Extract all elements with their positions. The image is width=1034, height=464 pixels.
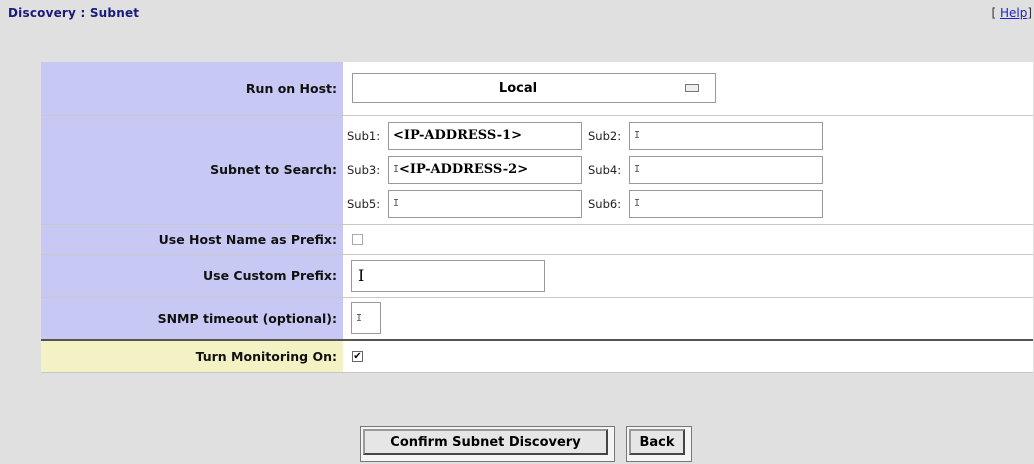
run-on-host-label: Run on Host: <box>41 62 343 116</box>
use-host-name-prefix-cell <box>343 224 1033 255</box>
sub5-label: Sub5: <box>347 196 381 211</box>
subnet-discovery-form: Run on Host: Local Subnet to Search: Sub… <box>41 62 1033 373</box>
turn-monitoring-on-checkbox[interactable]: ✔ <box>352 350 363 362</box>
sub6-input[interactable]: I <box>629 189 823 218</box>
sub1-value: <IP-ADDRESS-1> <box>393 128 523 143</box>
confirm-button-frame: Confirm Subnet Discovery <box>360 426 615 462</box>
page-title: Discovery : Subnet <box>8 6 140 20</box>
snmp-timeout-label: SNMP timeout (optional): <box>41 297 343 341</box>
subnet-row: Sub3: I <IP-ADDRESS-2> Sub4: I <box>347 153 1033 187</box>
text-cursor-icon: I <box>393 198 400 209</box>
row-snmp-timeout: SNMP timeout (optional): I <box>41 297 1033 341</box>
text-cursor-icon: I <box>634 198 641 209</box>
back-button[interactable]: Back <box>629 429 685 455</box>
help-link[interactable]: Help <box>1000 6 1027 20</box>
sub4-input[interactable]: I <box>629 155 823 184</box>
use-host-name-prefix-checkbox[interactable] <box>352 233 363 245</box>
sub4-label: Sub4: <box>588 162 622 177</box>
text-cursor-icon: I <box>634 164 641 175</box>
text-cursor-icon: I <box>634 130 641 141</box>
row-use-custom-prefix: Use Custom Prefix: I <box>41 254 1033 298</box>
dropdown-indicator-icon <box>685 84 699 93</box>
help-bracket-close: ] <box>1027 6 1032 20</box>
sub1-input[interactable]: <IP-ADDRESS-1> <box>388 121 582 150</box>
subnet-row: Sub1: <IP-ADDRESS-1> Sub2: I <box>347 119 1033 153</box>
subnet-row: Sub5: I Sub6: I <box>347 187 1033 221</box>
sub2-label: Sub2: <box>588 128 622 143</box>
sub5-input[interactable]: I <box>388 189 582 218</box>
row-turn-monitoring-on: Turn Monitoring On: ✔ <box>41 339 1033 373</box>
text-cursor-icon: I <box>356 312 363 324</box>
snmp-timeout-cell: I <box>343 297 1033 341</box>
subnet-grid: Sub1: <IP-ADDRESS-1> Sub2: I Sub3: I <IP-… <box>343 115 1033 225</box>
page-header: Discovery : Subnet [ Help] <box>8 6 1034 26</box>
sub6-label: Sub6: <box>588 196 622 211</box>
checkmark-icon: ✔ <box>353 350 362 362</box>
help-link-group: [ Help] <box>991 6 1032 20</box>
sub3-input[interactable]: I <IP-ADDRESS-2> <box>388 155 582 184</box>
back-button-frame: Back <box>626 426 692 462</box>
text-cursor-icon: I <box>358 266 365 285</box>
run-on-host-select[interactable]: Local <box>352 73 716 104</box>
row-use-host-name-prefix: Use Host Name as Prefix: <box>41 224 1033 255</box>
sub1-label: Sub1: <box>347 128 381 143</box>
snmp-timeout-input[interactable]: I <box>351 302 381 335</box>
sub3-label: Sub3: <box>347 162 381 177</box>
row-subnet-to-search: Subnet to Search: Sub1: <IP-ADDRESS-1> S… <box>41 115 1033 225</box>
use-custom-prefix-label: Use Custom Prefix: <box>41 254 343 298</box>
turn-monitoring-on-label: Turn Monitoring On: <box>41 339 343 373</box>
turn-monitoring-on-cell: ✔ <box>343 339 1033 373</box>
confirm-subnet-discovery-button[interactable]: Confirm Subnet Discovery <box>363 429 608 455</box>
run-on-host-value: Local <box>498 81 538 97</box>
run-on-host-cell: Local <box>343 62 1033 116</box>
row-run-on-host: Run on Host: Local <box>41 62 1033 116</box>
use-custom-prefix-cell: I <box>343 254 1033 298</box>
sub3-value: <IP-ADDRESS-2> <box>399 162 529 177</box>
help-bracket-open: [ <box>991 6 997 20</box>
subnet-to-search-label: Subnet to Search: <box>41 115 343 225</box>
sub2-input[interactable]: I <box>629 121 823 150</box>
custom-prefix-input[interactable]: I <box>351 259 545 292</box>
use-host-name-prefix-label: Use Host Name as Prefix: <box>41 224 343 255</box>
